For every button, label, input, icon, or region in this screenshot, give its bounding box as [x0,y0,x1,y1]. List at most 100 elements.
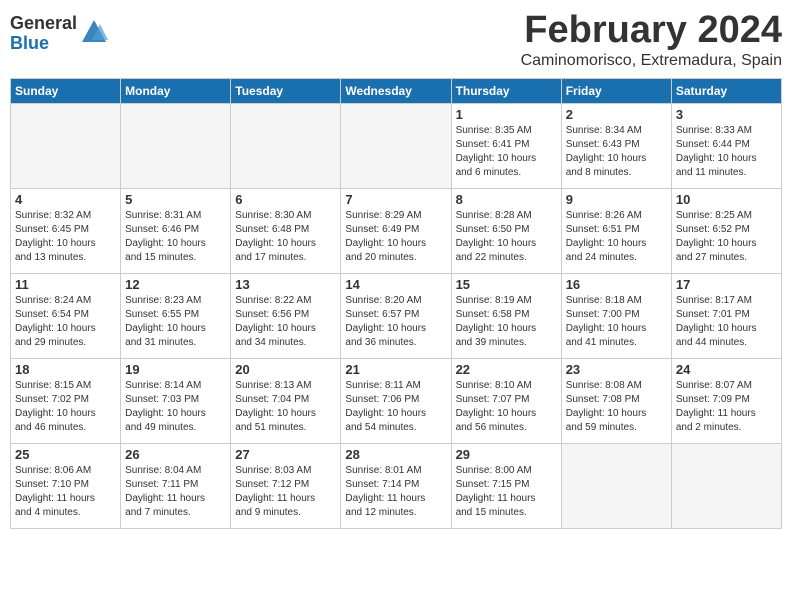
page-header: General Blue February 2024 Caminomorisco… [10,10,782,70]
day-number: 7 [345,192,446,207]
col-sunday: Sunday [11,78,121,103]
location-subtitle: Caminomorisco, Extremadura, Spain [521,52,782,70]
week-row-4: 18 Sunrise: 8:15 AM Sunset: 7:02 PM Dayli… [11,358,782,443]
day-info: Sunrise: 8:20 AM Sunset: 6:57 PM Dayligh… [345,294,446,350]
table-row: 19 Sunrise: 8:14 AM Sunset: 7:03 PM Dayli… [121,358,231,443]
day-number: 23 [566,362,667,377]
table-row [561,443,671,528]
calendar-table: Sunday Monday Tuesday Wednesday Thursday… [10,78,782,529]
table-row: 2 Sunrise: 8:34 AM Sunset: 6:43 PM Daylig… [561,103,671,188]
col-wednesday: Wednesday [341,78,451,103]
table-row: 8 Sunrise: 8:28 AM Sunset: 6:50 PM Daylig… [451,188,561,273]
table-row: 21 Sunrise: 8:11 AM Sunset: 7:06 PM Dayli… [341,358,451,443]
day-info: Sunrise: 8:18 AM Sunset: 7:00 PM Dayligh… [566,294,667,350]
day-number: 12 [125,277,226,292]
day-info: Sunrise: 8:31 AM Sunset: 6:46 PM Dayligh… [125,209,226,265]
day-info: Sunrise: 8:03 AM Sunset: 7:12 PM Dayligh… [235,464,336,520]
table-row [11,103,121,188]
table-row: 25 Sunrise: 8:06 AM Sunset: 7:10 PM Dayli… [11,443,121,528]
day-number: 22 [456,362,557,377]
col-monday: Monday [121,78,231,103]
table-row [671,443,781,528]
table-row: 3Sunrise: 8:33 AM Sunset: 6:44 PM Daylig… [671,103,781,188]
day-number: 25 [15,447,116,462]
week-row-5: 25 Sunrise: 8:06 AM Sunset: 7:10 PM Dayli… [11,443,782,528]
day-number: 17 [676,277,777,292]
day-number: 5 [125,192,226,207]
day-number: 24 [676,362,777,377]
table-row: 4Sunrise: 8:32 AM Sunset: 6:45 PM Daylig… [11,188,121,273]
day-info: Sunrise: 8:04 AM Sunset: 7:11 PM Dayligh… [125,464,226,520]
day-info: Sunrise: 8:22 AM Sunset: 6:56 PM Dayligh… [235,294,336,350]
table-row: 23 Sunrise: 8:08 AM Sunset: 7:08 PM Dayli… [561,358,671,443]
day-number: 13 [235,277,336,292]
col-thursday: Thursday [451,78,561,103]
day-number: 2 [566,107,667,122]
table-row: 14 Sunrise: 8:20 AM Sunset: 6:57 PM Dayli… [341,273,451,358]
day-number: 1 [456,107,557,122]
day-number: 8 [456,192,557,207]
day-info: Sunrise: 8:19 AM Sunset: 6:58 PM Dayligh… [456,294,557,350]
day-info: Sunrise: 8:28 AM Sunset: 6:50 PM Dayligh… [456,209,557,265]
day-number: 21 [345,362,446,377]
table-row: 9 Sunrise: 8:26 AM Sunset: 6:51 PM Daylig… [561,188,671,273]
day-info: Sunrise: 8:08 AM Sunset: 7:08 PM Dayligh… [566,379,667,435]
table-row: 16Sunrise: 8:18 AM Sunset: 7:00 PM Dayli… [561,273,671,358]
table-row: 7 Sunrise: 8:29 AM Sunset: 6:49 PM Daylig… [341,188,451,273]
day-info: Sunrise: 8:23 AM Sunset: 6:55 PM Dayligh… [125,294,226,350]
table-row: 18 Sunrise: 8:15 AM Sunset: 7:02 PM Dayli… [11,358,121,443]
day-number: 20 [235,362,336,377]
table-row [231,103,341,188]
day-number: 19 [125,362,226,377]
day-info: Sunrise: 8:17 AM Sunset: 7:01 PM Dayligh… [676,294,777,350]
month-title: February 2024 [521,10,782,52]
table-row [121,103,231,188]
day-info: Sunrise: 8:07 AM Sunset: 7:09 PM Dayligh… [676,379,777,435]
day-info: Sunrise: 8:30 AM Sunset: 6:48 PM Dayligh… [235,209,336,265]
week-row-2: 4Sunrise: 8:32 AM Sunset: 6:45 PM Daylig… [11,188,782,273]
table-row: 12 Sunrise: 8:23 AM Sunset: 6:55 PM Dayli… [121,273,231,358]
table-row: 24 Sunrise: 8:07 AM Sunset: 7:09 PM Dayli… [671,358,781,443]
day-number: 28 [345,447,446,462]
col-friday: Friday [561,78,671,103]
table-row: 11 Sunrise: 8:24 AM Sunset: 6:54 PM Dayli… [11,273,121,358]
day-number: 15 [456,277,557,292]
day-info: Sunrise: 8:35 AM Sunset: 6:41 PM Dayligh… [456,124,557,180]
day-info: Sunrise: 8:00 AM Sunset: 7:15 PM Dayligh… [456,464,557,520]
day-number: 14 [345,277,446,292]
col-tuesday: Tuesday [231,78,341,103]
day-number: 29 [456,447,557,462]
logo-icon [80,18,108,46]
day-info: Sunrise: 8:11 AM Sunset: 7:06 PM Dayligh… [345,379,446,435]
table-row: 15 Sunrise: 8:19 AM Sunset: 6:58 PM Dayli… [451,273,561,358]
day-info: Sunrise: 8:24 AM Sunset: 6:54 PM Dayligh… [15,294,116,350]
table-row: 17 Sunrise: 8:17 AM Sunset: 7:01 PM Dayli… [671,273,781,358]
table-row: 26 Sunrise: 8:04 AM Sunset: 7:11 PM Dayli… [121,443,231,528]
table-row: 13 Sunrise: 8:22 AM Sunset: 6:56 PM Dayli… [231,273,341,358]
table-row: 22 Sunrise: 8:10 AM Sunset: 7:07 PM Dayli… [451,358,561,443]
day-number: 27 [235,447,336,462]
day-info: Sunrise: 8:01 AM Sunset: 7:14 PM Dayligh… [345,464,446,520]
calendar-header-row: Sunday Monday Tuesday Wednesday Thursday… [11,78,782,103]
day-info: Sunrise: 8:14 AM Sunset: 7:03 PM Dayligh… [125,379,226,435]
day-info: Sunrise: 8:10 AM Sunset: 7:07 PM Dayligh… [456,379,557,435]
day-info: Sunrise: 8:32 AM Sunset: 6:45 PM Dayligh… [15,209,116,265]
col-saturday: Saturday [671,78,781,103]
day-info: Sunrise: 8:06 AM Sunset: 7:10 PM Dayligh… [15,464,116,520]
day-info: Sunrise: 8:29 AM Sunset: 6:49 PM Dayligh… [345,209,446,265]
day-info: Sunrise: 8:26 AM Sunset: 6:51 PM Dayligh… [566,209,667,265]
day-info: Sunrise: 8:34 AM Sunset: 6:43 PM Dayligh… [566,124,667,180]
table-row: 5 Sunrise: 8:31 AM Sunset: 6:46 PM Daylig… [121,188,231,273]
title-area: February 2024 Caminomorisco, Extremadura… [521,10,782,70]
day-number: 10 [676,192,777,207]
day-info: Sunrise: 8:15 AM Sunset: 7:02 PM Dayligh… [15,379,116,435]
logo-general-text: General [10,14,77,34]
day-number: 26 [125,447,226,462]
day-info: Sunrise: 8:13 AM Sunset: 7:04 PM Dayligh… [235,379,336,435]
day-number: 11 [15,277,116,292]
day-number: 18 [15,362,116,377]
table-row: 27 Sunrise: 8:03 AM Sunset: 7:12 PM Dayli… [231,443,341,528]
day-number: 9 [566,192,667,207]
week-row-1: 1 Sunrise: 8:35 AM Sunset: 6:41 PM Daylig… [11,103,782,188]
logo: General Blue [10,14,108,54]
